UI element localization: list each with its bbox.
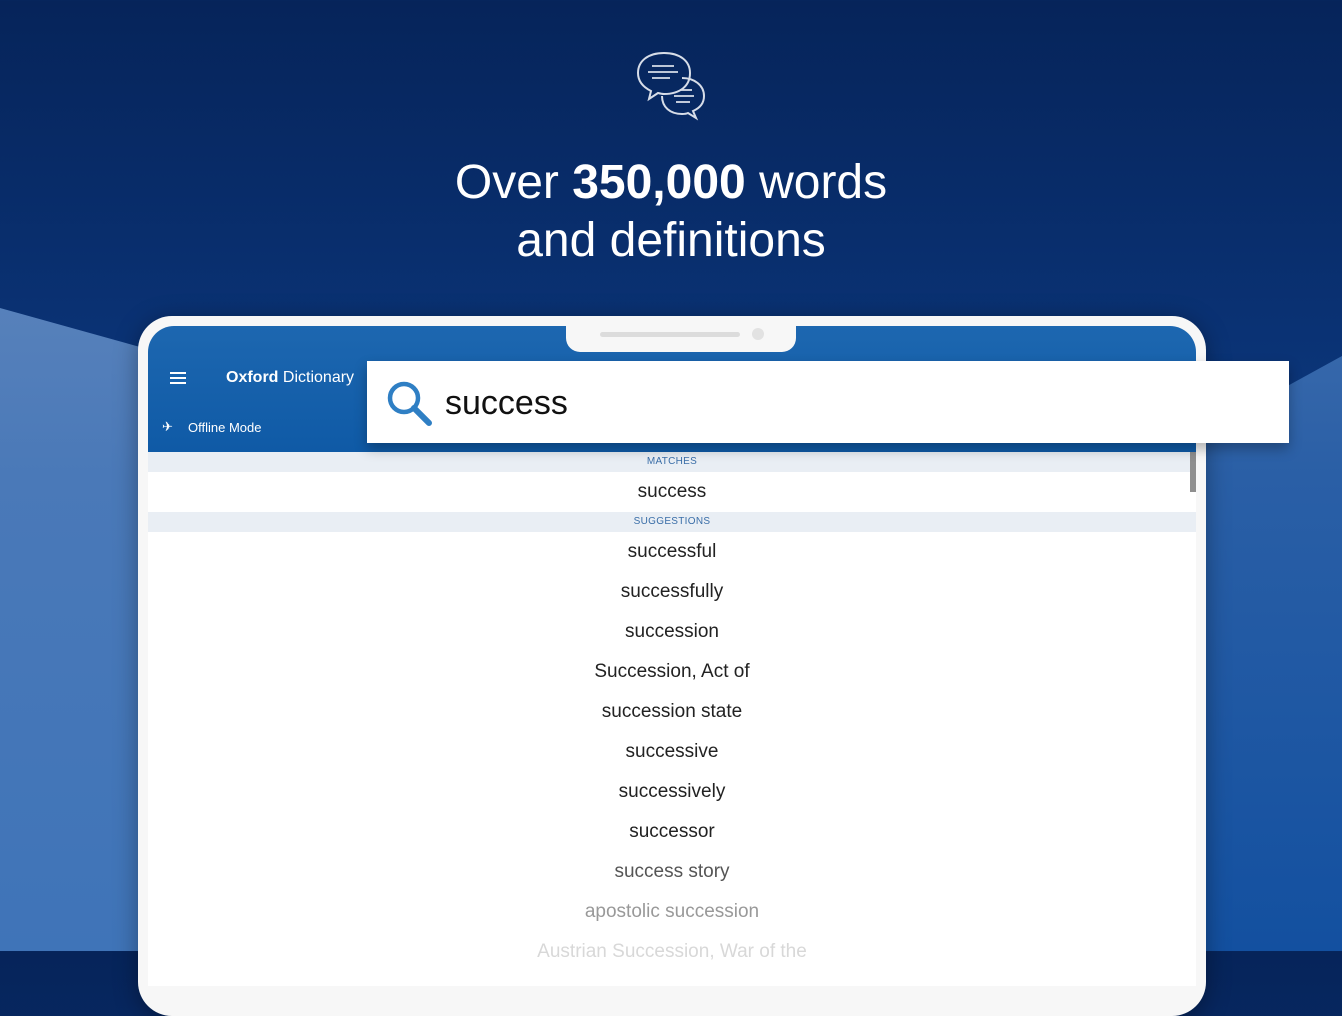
suggestion-item[interactable]: successive [148,732,1196,772]
results-list: MATCHES success SUGGESTIONS successful s… [148,452,1196,972]
suggestion-item[interactable]: successively [148,772,1196,812]
headline-prefix: Over [454,156,559,209]
hamburger-menu-icon[interactable] [170,372,186,386]
device-notch [566,326,796,352]
suggestion-item[interactable]: successfully [148,572,1196,612]
headline-number: 350,000 [572,156,746,209]
suggestion-item[interactable]: succession state [148,692,1196,732]
suggestion-item[interactable]: apostolic succession [148,892,1196,932]
match-item[interactable]: success [148,472,1196,512]
list-scrollbar[interactable] [1190,452,1196,492]
airplane-icon: ✈ [162,419,173,434]
matches-header: MATCHES [148,452,1196,472]
suggestion-item[interactable]: Austrian Succession, War of the [148,932,1196,972]
camera-dot [752,328,764,340]
search-input[interactable] [443,379,1267,427]
chat-bubbles-icon [636,51,706,121]
promo-headline: Over 350,000 words and definitions [0,154,1342,270]
headline-line-2: and definitions [516,214,826,267]
suggestion-item[interactable]: Succession, Act of [148,652,1196,692]
search-icon[interactable] [385,379,433,427]
headline-line-1: Over 350,000 words [0,154,1342,212]
suggestions-header: SUGGESTIONS [148,512,1196,532]
suggestion-item[interactable]: success story [148,852,1196,892]
search-bar[interactable] [367,361,1289,443]
app-title-regular: Dictionary [282,369,355,386]
app-title: Oxford Dictionary [226,369,354,387]
suggestion-item[interactable]: succession [148,612,1196,652]
app-title-bold: Oxford [226,369,279,386]
headline-suffix: words [759,156,888,209]
suggestion-item[interactable]: successor [148,812,1196,852]
suggestion-item[interactable]: successful [148,532,1196,572]
speaker-grille [600,332,740,337]
offline-mode-label[interactable]: Offline Mode [188,420,261,435]
